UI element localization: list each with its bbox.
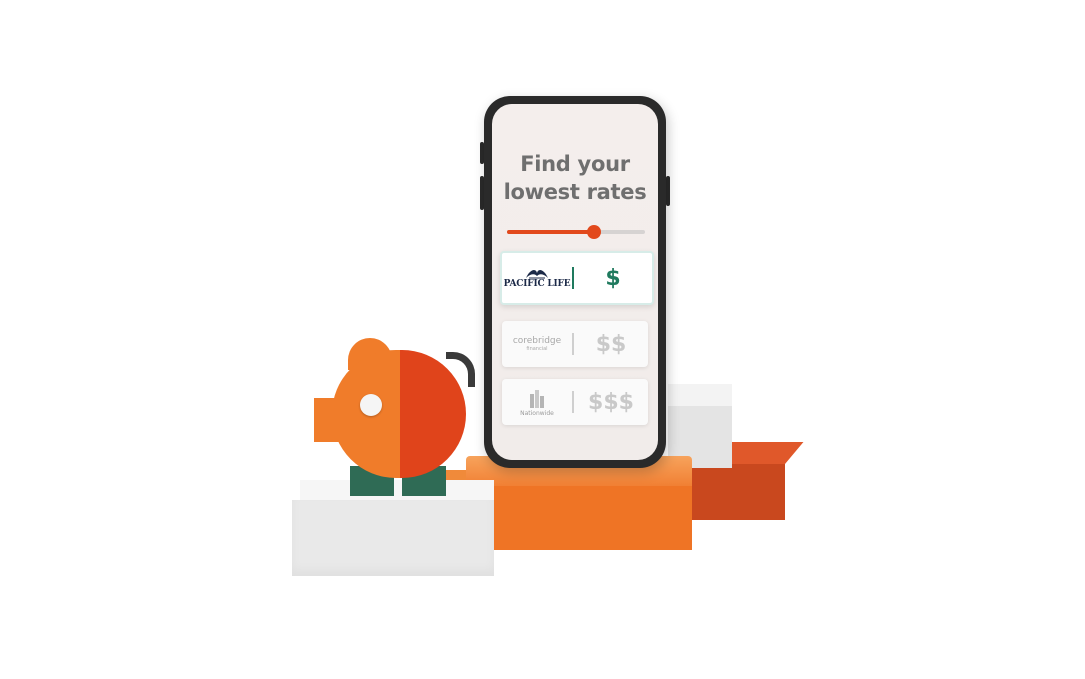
pedestal-left [292, 500, 494, 576]
corebridge-logo-subtext: financial [526, 346, 548, 352]
price-level: $$$ [588, 389, 634, 415]
nationwide-logo-text: Nationwide [520, 409, 554, 417]
headline: Find your lowest rates [492, 150, 658, 206]
rate-slider-fill [507, 230, 594, 234]
rate-slider[interactable] [507, 225, 645, 239]
pedestal-right-dark [690, 464, 785, 520]
provider-card-nationwide[interactable]: Nationwide $$$ [502, 379, 648, 425]
price-level: $ [605, 265, 621, 291]
phone-side-button [666, 176, 670, 206]
phone-screen: Find your lowest rates PACIFIC LIFE $ co… [492, 104, 658, 460]
whale-tail-logo-icon [526, 270, 548, 279]
piggy-bank-icon [314, 338, 475, 496]
pedestal-right-grey-top [668, 384, 732, 406]
headline-line-1: Find your [520, 152, 630, 176]
price-level: $$ [595, 331, 627, 357]
provider-card-corebridge[interactable]: corebridge financial $$ [502, 321, 648, 367]
piggy-eye [360, 394, 382, 416]
corebridge-logo-text: corebridge [512, 336, 562, 346]
headline-line-2: lowest rates [503, 180, 647, 204]
building-logo-icon [530, 389, 544, 408]
corebridge-logo: corebridge financial [502, 336, 572, 352]
piggy-snout [314, 398, 348, 442]
rate-slider-thumb[interactable] [586, 225, 601, 239]
nationwide-logo: Nationwide [502, 388, 572, 417]
provider-card-pacific-life[interactable]: PACIFIC LIFE $ [500, 251, 654, 305]
smartphone: Find your lowest rates PACIFIC LIFE $ co… [484, 96, 666, 468]
pacific-life-logo-text: PACIFIC LIFE [503, 279, 571, 289]
hero-illustration: Find your lowest rates PACIFIC LIFE $ co… [0, 0, 1085, 679]
pedestal-middle [492, 486, 692, 550]
pacific-life-logo: PACIFIC LIFE [502, 267, 572, 289]
